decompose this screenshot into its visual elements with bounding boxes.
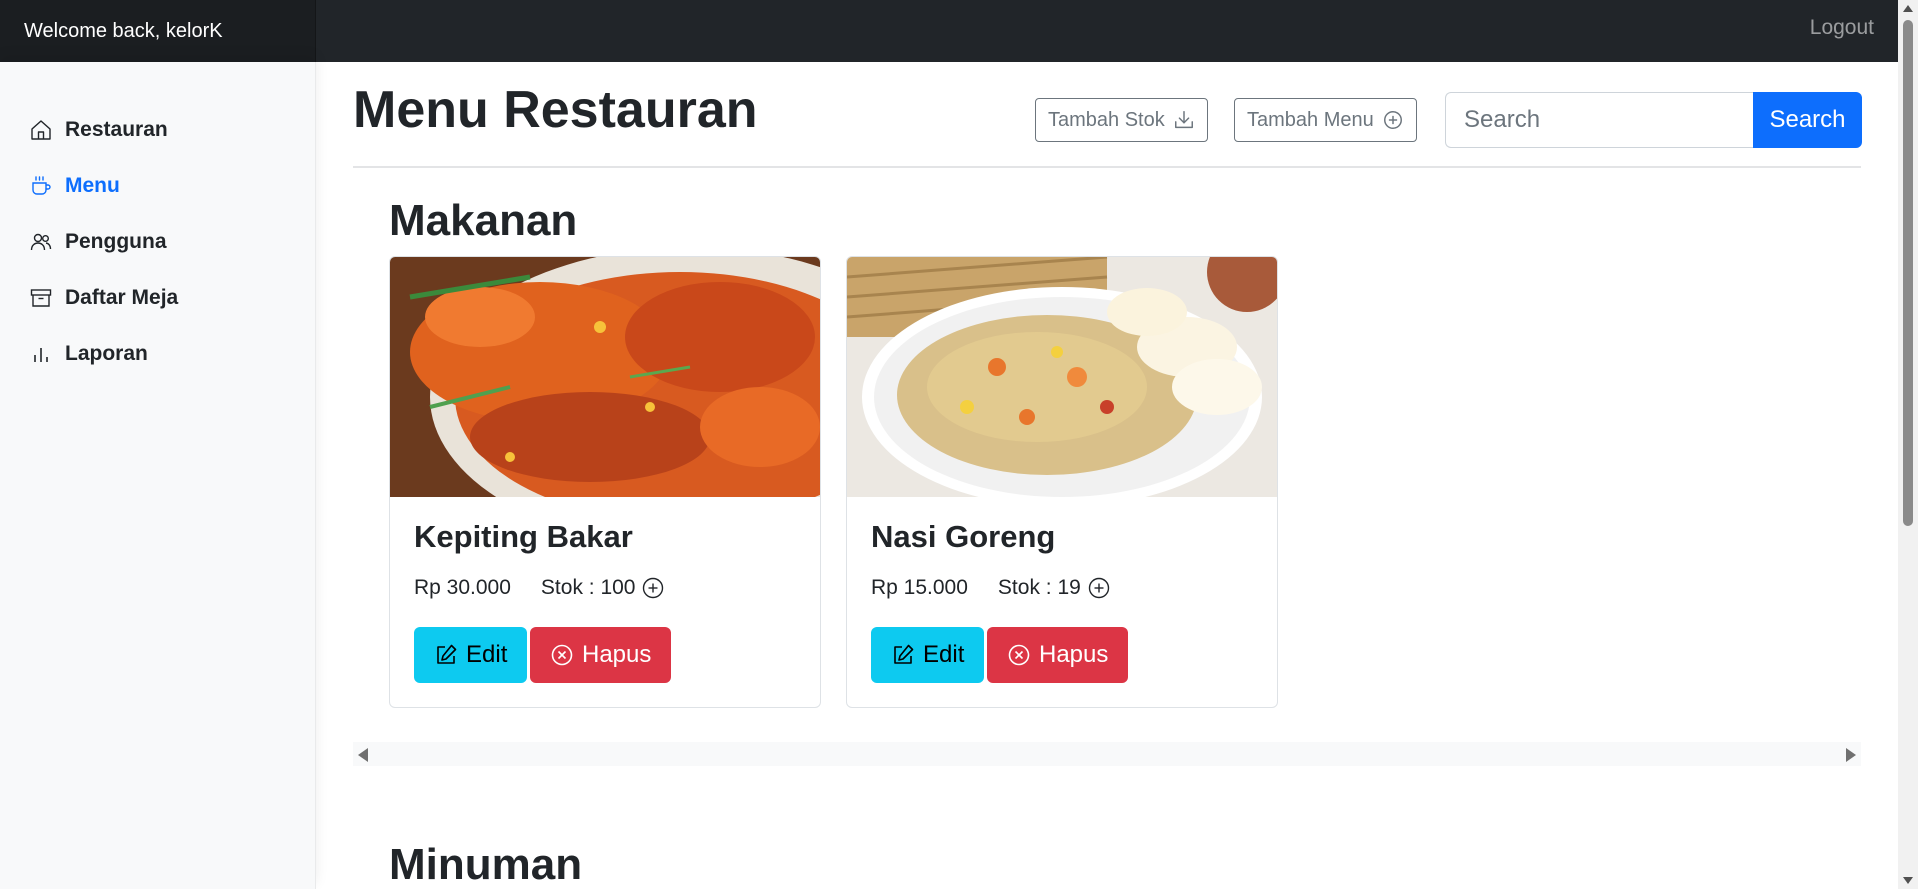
sidebar-item-label: Pengguna bbox=[65, 230, 167, 253]
sidebar-item-pengguna[interactable]: Pengguna bbox=[0, 214, 316, 270]
menu-price: Rp 30.000 bbox=[414, 576, 511, 599]
sidebar-item-label: Laporan bbox=[65, 342, 148, 365]
menu-stock: Stok : 100 bbox=[541, 576, 666, 600]
edit-label: Edit bbox=[466, 641, 508, 668]
pencil-square-icon bbox=[894, 644, 914, 664]
x-circle-icon bbox=[1008, 644, 1030, 666]
scroll-right-arrow-icon[interactable] bbox=[1846, 748, 1856, 762]
makanan-card-row: Kepiting Bakar Rp 30.000 Stok : 100 Edit bbox=[389, 256, 1861, 708]
plus-circle-icon[interactable] bbox=[641, 576, 665, 600]
tambah-menu-label: Tambah Menu bbox=[1247, 108, 1374, 131]
plus-circle-icon[interactable] bbox=[1087, 576, 1111, 600]
menu-card: Nasi Goreng Rp 15.000 Stok : 19 Edit Hap… bbox=[846, 256, 1278, 708]
hapus-label: Hapus bbox=[582, 641, 652, 668]
vertical-scrollbar[interactable] bbox=[1898, 0, 1918, 889]
hapus-button[interactable]: Hapus bbox=[987, 627, 1129, 683]
sidebar-item-label: Restauran bbox=[65, 118, 168, 141]
people-icon bbox=[30, 233, 52, 251]
plus-circle-icon bbox=[1383, 111, 1402, 129]
scroll-up-arrow-icon[interactable] bbox=[1903, 5, 1913, 12]
tambah-stok-button[interactable]: Tambah Stok bbox=[1035, 98, 1208, 142]
menu-meta: Rp 15.000 Stok : 19 bbox=[871, 576, 1111, 600]
sidebar-item-restauran[interactable]: Restauran bbox=[0, 102, 316, 158]
tambah-stok-label: Tambah Stok bbox=[1048, 108, 1165, 131]
sidebar-item-laporan[interactable]: Laporan bbox=[0, 326, 316, 382]
horizontal-scrollbar[interactable] bbox=[353, 742, 1861, 766]
hapus-label: Hapus bbox=[1039, 641, 1109, 668]
edit-button[interactable]: Edit bbox=[414, 627, 528, 683]
sidebar-item-daftar-meja[interactable]: Daftar Meja bbox=[0, 270, 316, 326]
menu-name: Kepiting Bakar bbox=[414, 519, 633, 554]
logout-link[interactable]: Logout bbox=[1810, 0, 1874, 56]
edit-button[interactable]: Edit bbox=[871, 627, 985, 683]
scroll-down-arrow-icon[interactable] bbox=[1903, 877, 1913, 884]
x-circle-icon bbox=[551, 644, 573, 666]
sidebar-item-label: Menu bbox=[65, 174, 120, 197]
sidebar: Restauran Menu Pengguna Daftar Meja Lapo… bbox=[0, 62, 316, 889]
scroll-left-arrow-icon[interactable] bbox=[358, 748, 368, 762]
menu-stock: Stok : 19 bbox=[998, 576, 1111, 600]
menu-meta: Rp 30.000 Stok : 100 bbox=[414, 576, 665, 600]
archive-icon bbox=[30, 289, 52, 307]
top-navbar: Welcome back, kelorK Logout bbox=[0, 0, 1898, 62]
divider bbox=[353, 166, 1861, 168]
stock-label: Stok : 19 bbox=[997, 576, 1081, 599]
page-title: Menu Restauran bbox=[353, 81, 758, 139]
sidebar-nav: Restauran Menu Pengguna Daftar Meja Lapo… bbox=[0, 102, 316, 382]
stock-label: Stok : 100 bbox=[540, 576, 636, 599]
sidebar-item-label: Daftar Meja bbox=[65, 286, 179, 309]
scrollbar-thumb[interactable] bbox=[1903, 20, 1913, 526]
bar-chart-icon bbox=[34, 348, 48, 362]
welcome-text: Welcome back, kelorK bbox=[0, 0, 316, 62]
grilled-crab-photo bbox=[390, 257, 820, 497]
hapus-button[interactable]: Hapus bbox=[530, 627, 672, 683]
sidebar-item-menu[interactable]: Menu bbox=[0, 158, 316, 214]
menu-card: Kepiting Bakar Rp 30.000 Stok : 100 Edit bbox=[389, 256, 821, 708]
download-icon bbox=[1174, 111, 1193, 129]
tambah-menu-button[interactable]: Tambah Menu bbox=[1234, 98, 1417, 142]
cup-icon bbox=[32, 176, 51, 195]
menu-name: Nasi Goreng bbox=[871, 519, 1056, 554]
pencil-square-icon bbox=[437, 644, 457, 664]
section-title-makanan: Makanan bbox=[389, 196, 578, 245]
fried-rice-photo bbox=[847, 257, 1277, 497]
menu-price: Rp 15.000 bbox=[871, 576, 968, 599]
search-button[interactable]: Search bbox=[1753, 92, 1862, 148]
house-icon bbox=[31, 120, 51, 140]
edit-label: Edit bbox=[923, 641, 965, 668]
search-input[interactable] bbox=[1445, 92, 1753, 148]
section-title-minuman: Minuman bbox=[389, 840, 583, 889]
